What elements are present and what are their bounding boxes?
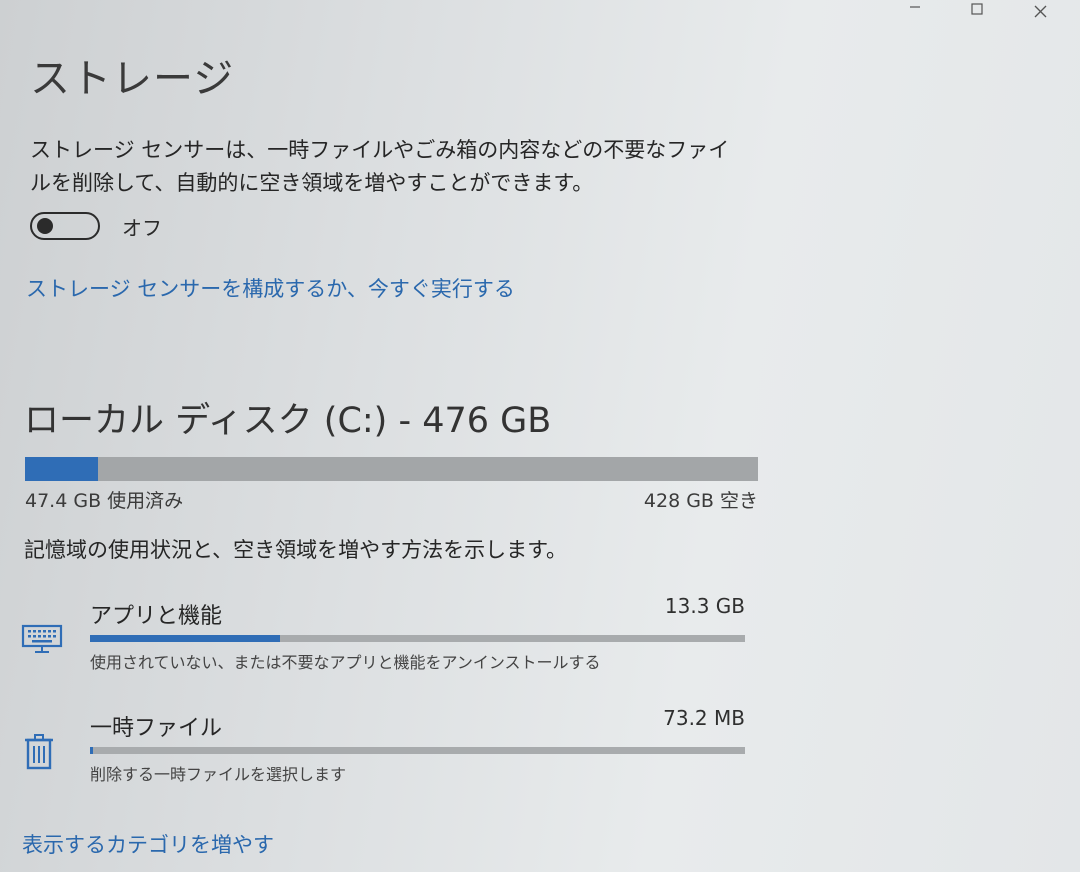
- minimize-icon: [900, 3, 930, 17]
- usage-note: 記憶域の使用状況と、空き領域を増やす方法を示します。: [24, 538, 568, 562]
- category-temporary-files[interactable]: 一時ファイル 73.2 MB 削除する一時ファイルを選択します: [20, 706, 750, 800]
- drive-usage-bar: [25, 457, 758, 481]
- category-description: 使用されていない、または不要なアプリと機能をアンインストールする: [90, 653, 601, 672]
- maximize-icon: [962, 3, 992, 17]
- category-usage-fill: [90, 747, 93, 754]
- maximize-button[interactable]: [962, 0, 992, 22]
- category-size: 13.3 GB: [664, 594, 745, 618]
- drive-title: ローカル ディスク (C:) - 476 GB: [24, 401, 552, 441]
- trash-icon: [20, 730, 64, 774]
- category-usage-fill: [90, 635, 280, 642]
- configure-storage-sense-link[interactable]: ストレージ センサーを構成するか、今すぐ実行する: [26, 273, 515, 303]
- toggle-state-label: オフ: [122, 215, 162, 240]
- keyboard-icon: [20, 618, 64, 662]
- category-name: 一時ファイル: [90, 716, 223, 741]
- category-size: 73.2 MB: [663, 706, 745, 730]
- show-more-categories-link[interactable]: 表示するカテゴリを増やす: [22, 829, 274, 859]
- storage-sense-description: ストレージ センサーは、一時ファイルやごみ箱の内容などの不要なファイルを削除して…: [30, 138, 730, 195]
- category-name: アプリと機能: [90, 604, 223, 629]
- minimize-button[interactable]: [900, 0, 930, 22]
- category-description: 削除する一時ファイルを選択します: [90, 765, 347, 784]
- drive-usage-fill: [25, 457, 99, 481]
- close-icon: [1025, 2, 1055, 18]
- category-usage-bar: [90, 635, 745, 642]
- category-apps-and-features[interactable]: アプリと機能 13.3 GB 使用されていない、または不要なアプリと機能をアンイ…: [20, 594, 750, 688]
- window-controls: [880, 0, 1080, 30]
- category-usage-bar: [90, 747, 745, 754]
- page-title: ストレージ: [30, 56, 235, 102]
- close-button[interactable]: [1025, 0, 1055, 22]
- storage-sense-toggle[interactable]: [30, 212, 100, 240]
- toggle-knob: [37, 218, 53, 234]
- drive-used-label: 47.4 GB 使用済み: [25, 490, 184, 512]
- storage-sense-toggle-row: オフ: [30, 210, 162, 242]
- drive-free-label: 428 GB 空き: [643, 490, 758, 512]
